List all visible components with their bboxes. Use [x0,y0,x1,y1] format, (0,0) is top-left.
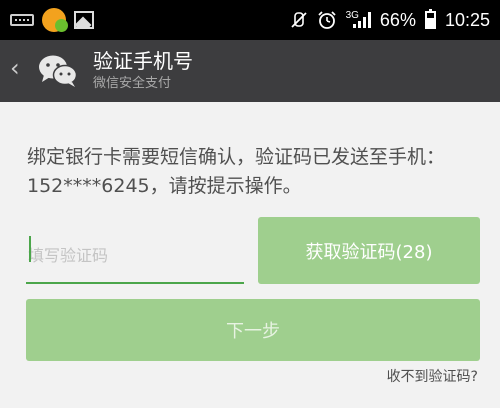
image-icon [74,11,94,29]
alarm-icon [317,11,336,29]
signal-indicator: 3G [345,10,371,28]
system-icons: 3G 66% 10:25 [290,7,490,33]
text-cursor [29,236,31,262]
clock: 10:25 [444,9,490,30]
page-subtitle: 微信安全支付 [93,76,172,91]
mute-icon [290,12,307,28]
chevron-left-icon[interactable]: ‹ [10,54,20,82]
wechat-notification-icon [42,8,68,32]
page-title: 验证手机号 [93,49,193,73]
get-verification-code-button[interactable]: 获取验证码(28) [258,217,480,284]
battery-icon [424,9,436,29]
notification-icons [10,8,94,32]
status-bar: 3G 66% 10:25 [0,0,500,40]
sms-verification-message: 绑定银行卡需要短信确认，验证码已发送至手机：152****6245，请按提示操作… [27,146,446,197]
keyboard-icon [10,14,34,26]
title-bar: ‹ 验证手机号 微信安全支付 [0,40,500,102]
no-code-received-link[interactable]: 收不到验证码? [387,366,478,386]
verification-code-input[interactable] [26,228,244,284]
title-block: 验证手机号 微信安全支付 [93,49,193,94]
wechat-logo-icon [39,55,78,87]
battery-percent: 66% [379,9,416,30]
network-type: 3G [345,10,359,21]
next-step-button[interactable]: 下一步 [26,299,480,361]
